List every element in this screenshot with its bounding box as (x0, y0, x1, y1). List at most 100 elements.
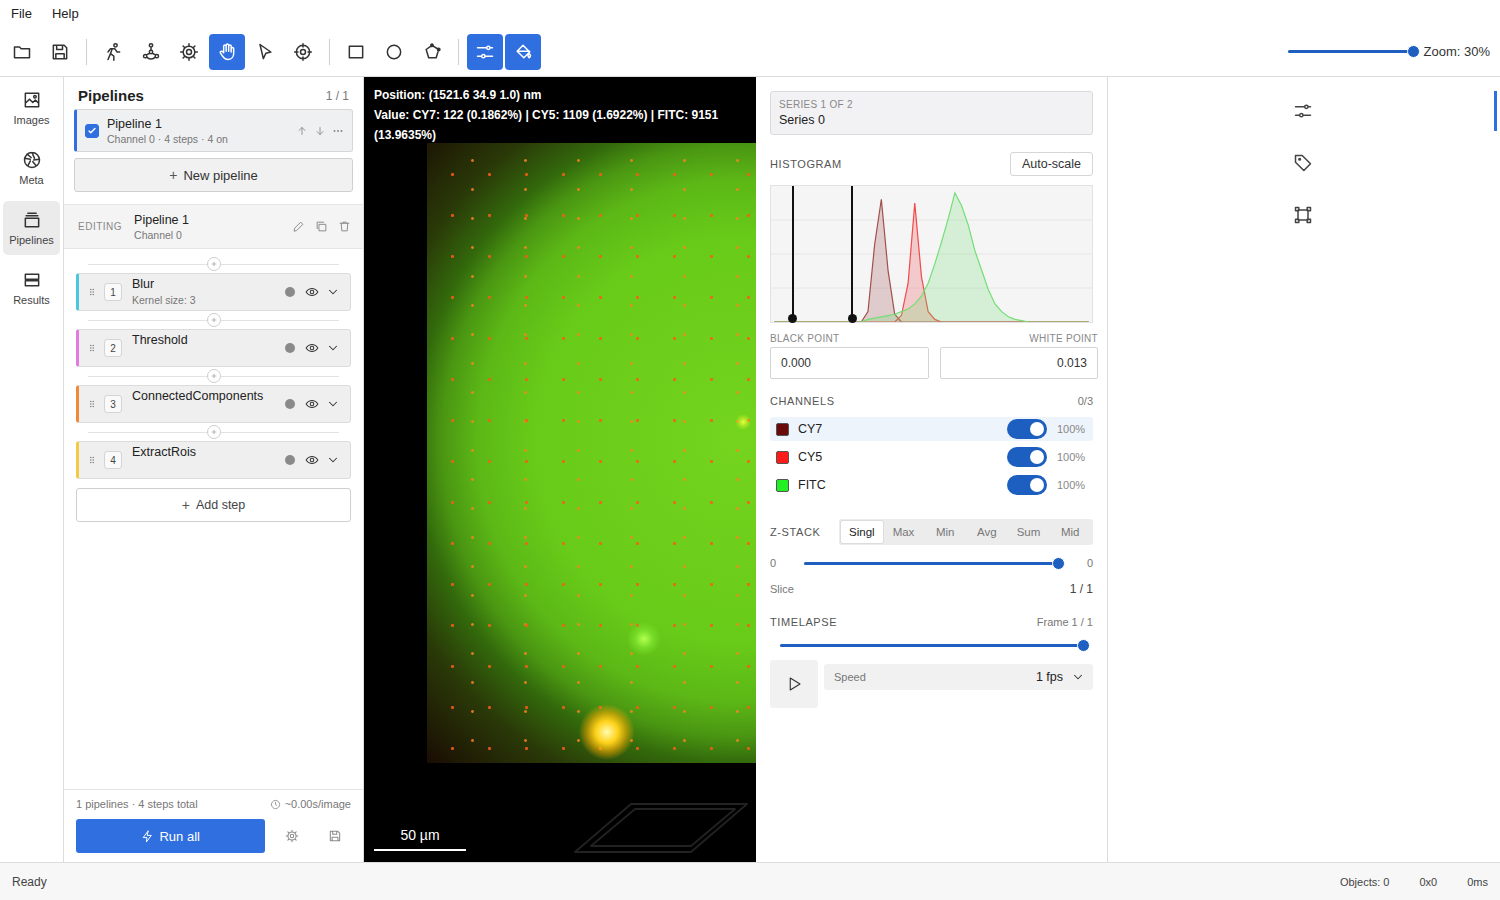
menu-item[interactable]: File (1, 6, 42, 21)
channel-row[interactable]: FITC100% (770, 473, 1093, 497)
step-status-dot[interactable] (285, 455, 295, 465)
slider-thumb[interactable] (1407, 45, 1420, 58)
toolbar-separator (329, 39, 330, 65)
micrograph-image[interactable] (427, 143, 756, 763)
histogram-header: HISTOGRAMAuto-scale (770, 152, 1093, 176)
save-tool-button[interactable] (42, 34, 78, 70)
z-slider[interactable] (804, 562, 1059, 565)
move-up-icon[interactable] (296, 125, 308, 137)
run-tool-button[interactable] (95, 34, 131, 70)
chevron-down-icon[interactable] (326, 341, 340, 355)
timelapse-slider[interactable] (780, 644, 1083, 647)
series-dropdown[interactable]: SERIES 1 OF 2Series 0 (770, 91, 1093, 135)
projection-mode-button[interactable]: Sum (1008, 521, 1050, 543)
grip-icon[interactable] (87, 287, 97, 297)
plus-icon: + (182, 497, 190, 513)
slider-thumb[interactable] (1052, 557, 1065, 570)
projection-mode-button[interactable]: Avg (966, 521, 1008, 543)
chevron-down-icon[interactable] (326, 285, 340, 299)
play-button[interactable] (770, 660, 818, 708)
more-icon[interactable] (332, 125, 344, 137)
grip-icon[interactable] (87, 399, 97, 409)
network-tool-button[interactable] (133, 34, 169, 70)
rail-item[interactable]: Results (3, 261, 60, 315)
step-card[interactable]: 3ConnectedComponents (76, 385, 351, 423)
settings-button[interactable] (275, 819, 308, 853)
insert-step-button[interactable] (207, 369, 221, 383)
polygon-icon (422, 42, 442, 62)
chevron-down-icon[interactable] (326, 453, 340, 467)
insert-step-button[interactable] (207, 257, 221, 271)
grip-icon[interactable] (87, 343, 97, 353)
eye-icon[interactable] (305, 397, 319, 411)
rail-item[interactable]: Pipelines (3, 201, 60, 255)
properties-panel: SERIES 1 OF 2Series 0 HISTOGRAMAuto-scale… (756, 77, 1108, 862)
timelapse-header: TIMELAPSEFrame 1 / 1 (770, 616, 1093, 628)
channel-color-swatch[interactable] (776, 451, 789, 464)
projection-mode-button[interactable]: Min (924, 521, 966, 543)
sliders-tool-button[interactable] (467, 34, 503, 70)
new-pipeline-button[interactable]: +New pipeline (74, 158, 353, 192)
circle-icon (384, 42, 404, 62)
channel-toggle[interactable] (1007, 475, 1047, 495)
channel-row[interactable]: CY7100% (770, 417, 1093, 441)
sliders-rail-button[interactable] (1108, 91, 1497, 131)
eye-icon[interactable] (305, 341, 319, 355)
bucket-tool-button[interactable] (505, 34, 541, 70)
polygon-tool-button[interactable] (414, 34, 450, 70)
insert-step-button[interactable] (207, 425, 221, 439)
channel-color-swatch[interactable] (776, 423, 789, 436)
eye-icon[interactable] (305, 453, 319, 467)
eye-icon[interactable] (305, 285, 319, 299)
step-card[interactable]: 4ExtractRois (76, 441, 351, 479)
add-step-button[interactable]: +Add step (76, 488, 351, 522)
projection-mode-button[interactable]: Mid (1049, 521, 1091, 543)
grip-icon[interactable] (87, 455, 97, 465)
run-all-button[interactable]: Run all (76, 819, 265, 853)
menu-item[interactable]: Help (42, 6, 89, 21)
rail-item[interactable]: Meta (3, 141, 60, 195)
black-point-input[interactable]: 0.000 (770, 347, 929, 379)
white-point-input[interactable]: 0.013 (940, 347, 1099, 379)
move-down-icon[interactable] (314, 125, 326, 137)
target-tool-button[interactable] (285, 34, 321, 70)
image-viewer[interactable]: Position: (1521.6 34.9 1.0) nmValue: CY7… (364, 77, 756, 862)
rail-item[interactable]: Images (3, 81, 60, 135)
step-status-dot[interactable] (285, 287, 295, 297)
pencil-icon[interactable] (292, 220, 305, 233)
bucket-icon (513, 42, 533, 62)
hand-tool-button[interactable] (209, 34, 245, 70)
pipeline-checkbox[interactable] (85, 124, 99, 138)
chevron-down-icon[interactable] (326, 397, 340, 411)
channel-color-swatch[interactable] (776, 479, 789, 492)
pointer-tool-button[interactable] (247, 34, 283, 70)
step-status-dot[interactable] (285, 399, 295, 409)
bbox-rail-button[interactable] (1108, 195, 1497, 235)
step-card[interactable]: 1BlurKernel size: 3 (76, 273, 351, 311)
channel-row[interactable]: CY5100% (770, 445, 1093, 469)
plus-icon (210, 372, 218, 380)
marker-handle[interactable] (848, 314, 857, 323)
tag-rail-button[interactable] (1108, 143, 1497, 183)
auto-scale-button[interactable]: Auto-scale (1010, 152, 1093, 176)
step-card[interactable]: 2Threshold (76, 329, 351, 367)
copy-icon[interactable] (315, 220, 328, 233)
insert-step-button[interactable] (207, 313, 221, 327)
channel-toggle[interactable] (1007, 447, 1047, 467)
channel-toggle[interactable] (1007, 419, 1047, 439)
histogram-chart[interactable] (770, 185, 1093, 323)
gear-tool-button[interactable] (171, 34, 207, 70)
speed-select[interactable]: Speed1 fps (824, 664, 1093, 690)
open-tool-button[interactable] (4, 34, 40, 70)
rect-tool-button[interactable] (338, 34, 374, 70)
projection-mode-button[interactable]: Max (883, 521, 925, 543)
zoom-slider[interactable] (1288, 50, 1418, 53)
pipeline-card[interactable]: Pipeline 1Channel 0 · 4 steps · 4 on (74, 109, 353, 152)
step-status-dot[interactable] (285, 343, 295, 353)
circle-tool-button[interactable] (376, 34, 412, 70)
slider-thumb[interactable] (1077, 639, 1090, 652)
projection-mode-button[interactable]: Singl (841, 521, 883, 543)
trash-icon[interactable] (338, 220, 351, 233)
save-pipeline-button[interactable] (318, 819, 351, 853)
3d-view-icon[interactable] (573, 802, 749, 854)
